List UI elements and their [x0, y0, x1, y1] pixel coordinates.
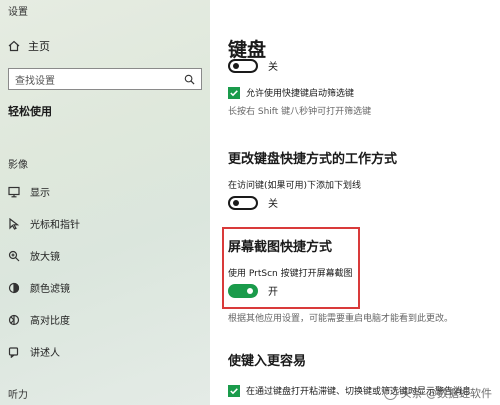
toggle-knob [233, 62, 239, 69]
sidebar-item-narrator[interactable]: 讲述人 [8, 344, 60, 359]
sidebar-item-label: 讲述人 [30, 348, 60, 359]
sidebar-item-magnifier[interactable]: 放大镜 [8, 248, 60, 263]
checkbox-filter-keys-shortcut[interactable] [228, 86, 240, 99]
search-icon [184, 74, 195, 85]
sidebar-item-contrast[interactable]: 高对比度 [8, 312, 70, 327]
sidebar-item-label: 光标和指针 [30, 220, 80, 231]
checkbox-warning-message[interactable] [228, 384, 240, 397]
sidebar-section-title: 轻松使用 [8, 105, 52, 118]
app-title: 设置 [8, 7, 28, 18]
toggle-knob [233, 199, 239, 206]
watermark-text: 头条 @数据蛙软件 [400, 387, 493, 400]
magnifier-icon [8, 250, 20, 261]
nav-home-label: 主页 [28, 40, 50, 53]
narrator-icon [8, 346, 19, 358]
sidebar-item-pointer[interactable]: 光标和指针 [8, 216, 80, 231]
toggle-switch-2[interactable] [228, 195, 258, 210]
monitor-icon [8, 186, 20, 197]
nav-home[interactable]: 主页 [8, 38, 50, 54]
section-title-shortcuts: 更改键盘快捷方式的工作方式 [228, 152, 398, 167]
home-icon [8, 40, 20, 52]
restart-note: 根据其他应用设置，可能需要重启电脑才能看到此更改。 [228, 314, 454, 324]
sidebar-item-label: 放大镜 [30, 252, 60, 263]
sidebar-item-label: 颜色滤镜 [30, 284, 70, 295]
toggle-state-1: 关 [268, 62, 278, 73]
sidebar-group-vision: 影像 [8, 160, 28, 171]
toggle-row-1: 关 [228, 58, 278, 73]
watermark-logo-icon [383, 386, 397, 400]
section-title-typing: 使键入更容易 [228, 354, 307, 369]
sidebar-group-hearing: 听力 [8, 390, 28, 401]
checkmark-icon [230, 89, 238, 96]
sidebar-item-color-filter[interactable]: 颜色滤镜 [8, 280, 70, 295]
sidebar-item-label: 高对比度 [30, 316, 70, 327]
section-desc-underline: 在访问键(如果可用)下添加下划线 [228, 181, 362, 191]
check-desc-1: 长按右 Shift 键八秒钟可打开筛选键 [228, 107, 372, 117]
highlight-annotation-box [222, 227, 360, 309]
toggle-row-2: 关 [228, 195, 278, 210]
search-input[interactable]: 查找设置 [8, 68, 202, 90]
check-label-1: 允许使用快捷键启动筛选键 [246, 89, 355, 99]
toggle-switch-1[interactable] [228, 58, 258, 73]
color-filter-icon [8, 282, 20, 293]
sidebar-item-display[interactable]: 显示 [8, 184, 50, 199]
checkmark-icon [230, 387, 238, 394]
settings-sidebar: 设置 主页 查找设置 轻松使用 影像 显示 光标和指针 放大镜 颜色滤镜 高对比… [0, 0, 210, 405]
sidebar-item-label: 显示 [30, 188, 50, 199]
toggle-state-2: 关 [268, 199, 278, 210]
contrast-icon [8, 314, 20, 325]
check-row-1: 允许使用快捷键启动筛选键 [228, 86, 354, 99]
watermark: 头条 @数据蛙软件 [383, 385, 493, 401]
settings-content: 键盘 关 允许使用快捷键启动筛选键 长按右 Shift 键八秒钟可打开筛选键 更… [210, 0, 500, 405]
search-placeholder: 查找设置 [15, 75, 55, 87]
pointer-icon [9, 217, 20, 230]
